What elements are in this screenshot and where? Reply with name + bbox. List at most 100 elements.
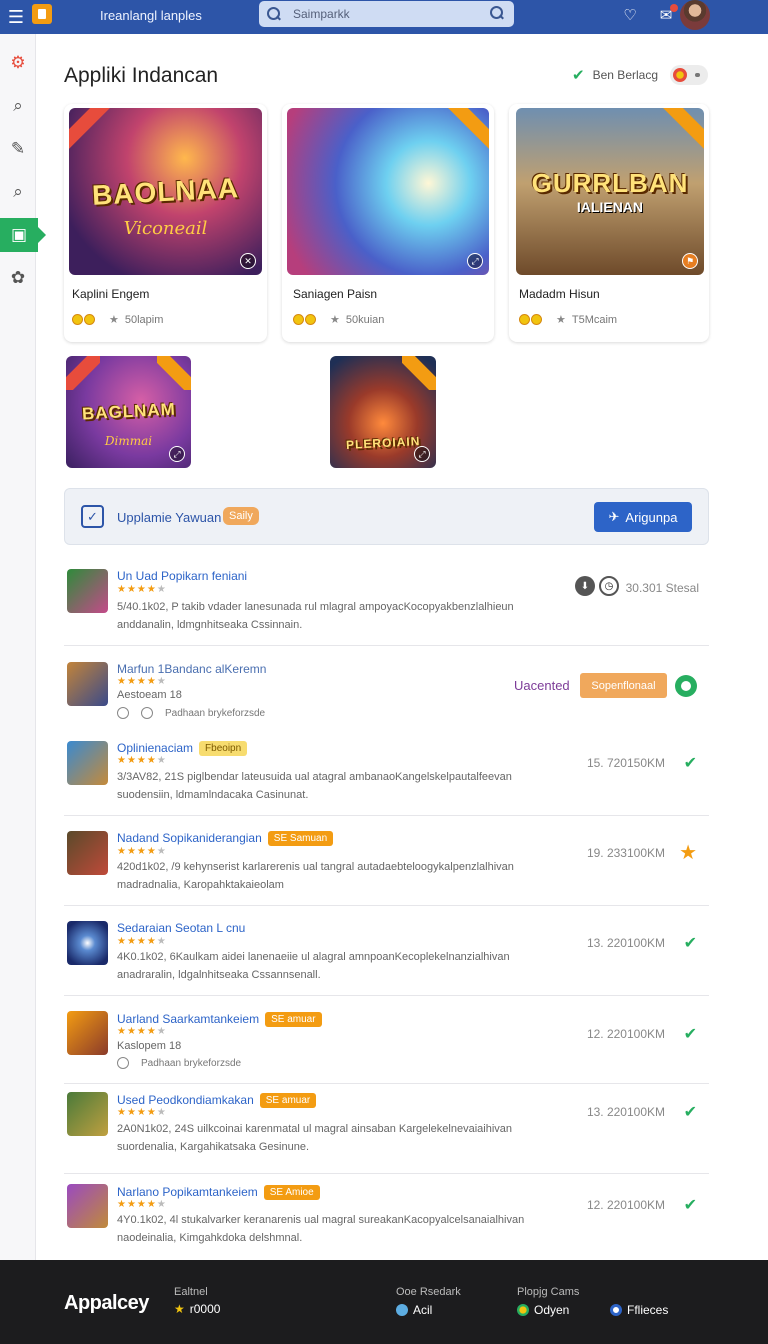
- accented-label: Uacented: [514, 678, 570, 693]
- promo-banner: ✓ Upplamie Yawuan Saily ✈ Arigunpa: [64, 488, 709, 545]
- app-thumbnail: [67, 741, 108, 785]
- notification-badge: [670, 4, 678, 12]
- sale-ribbon: [658, 108, 704, 154]
- app-title: Ireanlangl lanples: [100, 8, 202, 23]
- app-thumbnail: [67, 1184, 108, 1228]
- circle-icon: [117, 707, 129, 719]
- game-artwork: ⤢: [287, 108, 489, 275]
- circle-icon: [610, 1304, 622, 1316]
- list-item[interactable]: Uarland Saarkamtankeiem SE amuar ★★★★★ Ka…: [64, 1006, 709, 1084]
- list-stat: 13. 220100KM: [586, 1105, 665, 1119]
- list-item[interactable]: Used Peodkondiamkakan SE amuar ★★★★★ 2A0N…: [64, 1090, 709, 1174]
- top-bar: ☰ Ireanlangl lanples ♡ ✉ ⚑: [0, 0, 768, 34]
- list-title[interactable]: Sedaraian Seotan L cnu: [117, 921, 245, 935]
- search-bar[interactable]: [259, 1, 514, 27]
- sidebar-zoom-icon[interactable]: ⌕: [0, 175, 36, 209]
- featured-card[interactable]: GURRLBAN IALIENAN ⚑ Madadm Hisun ★ T5Mca…: [509, 104, 709, 342]
- footer-col2-label: Ooe Rsedark: [396, 1286, 461, 1298]
- artwork-logo: GURRLBAN IALIENAN: [532, 168, 689, 215]
- featured-tile[interactable]: PLEROIAIN ⤢: [330, 356, 436, 468]
- footer-col4-link[interactable]: Fflieces: [610, 1303, 668, 1317]
- sidebar-search-icon[interactable]: ⌕: [0, 89, 36, 123]
- status-indicator: ✔ Ben Berlacg: [572, 65, 708, 85]
- notification-icon[interactable]: ✉: [656, 4, 678, 26]
- list-title[interactable]: Marfun 1Bandanc alKeremn: [117, 662, 266, 676]
- artwork-title: BAOLNAA: [91, 171, 240, 211]
- sidebar-apps-icon[interactable]: ▣: [0, 218, 46, 252]
- app-thumbnail: [67, 1092, 108, 1136]
- featured-card[interactable]: BAOLNAA Viconeail ✕ Kaplini Engem ★ 50la…: [64, 104, 267, 342]
- sale-ribbon: [402, 356, 436, 390]
- list-subtitle: Kaslopem 18: [117, 1040, 182, 1052]
- banner-action-button[interactable]: ✈ Arigunpa: [594, 502, 692, 532]
- list-title[interactable]: Uarland Saarkamtankeiem SE amuar: [117, 1012, 322, 1027]
- user-avatar[interactable]: [680, 0, 710, 30]
- expand-icon[interactable]: ⤢: [169, 446, 185, 462]
- list-item[interactable]: Nadand Sopikaniderangian SE Samuan ★★★★★ …: [64, 826, 709, 906]
- rating-stars: ★★★★★: [117, 1107, 167, 1118]
- close-icon[interactable]: ✕: [240, 253, 256, 269]
- list-stat: 13. 220100KM: [586, 936, 665, 950]
- app-logo[interactable]: [32, 4, 52, 24]
- hamburger-menu-icon[interactable]: ☰: [0, 0, 32, 34]
- list-item[interactable]: Oplinienaciam Fbeoipn ★★★★★ 3/3AV82, 21S …: [64, 736, 709, 816]
- search-submit-icon[interactable]: [490, 6, 504, 20]
- list-item[interactable]: Marfun 1Bandanc alKeremn ★★★★★ Aestoeam …: [64, 656, 709, 726]
- heart-icon[interactable]: ♡: [620, 4, 640, 26]
- star-icon: ★: [556, 314, 566, 326]
- status-toggle[interactable]: [670, 65, 708, 85]
- list-title[interactable]: Narlano Popikamtankeiem SE Amioe: [117, 1185, 320, 1200]
- rating-stars: ★★★★★: [117, 755, 167, 766]
- sidebar-edit-icon[interactable]: ✎: [0, 132, 36, 166]
- list-item[interactable]: Sedaraian Seotan L cnu ★★★★★ 4K0.1k02, 6…: [64, 916, 709, 996]
- game-icon: [517, 1304, 529, 1316]
- star-icon: ★: [330, 314, 340, 326]
- status-text: Ben Berlacg: [592, 68, 658, 82]
- download-icon[interactable]: ⬇: [575, 576, 595, 596]
- edit-icon: ✓: [81, 505, 104, 528]
- app-meta: ★ T5Mcaim: [519, 313, 617, 326]
- sidebar-puzzle-icon[interactable]: ✿: [0, 261, 36, 295]
- search-input[interactable]: [293, 7, 473, 21]
- expand-icon[interactable]: ⤢: [467, 253, 483, 269]
- star-icon[interactable]: ★: [679, 840, 697, 865]
- app-thumbnail: [67, 569, 108, 613]
- footer-brand: Appalcey: [64, 1292, 149, 1314]
- expand-icon[interactable]: ⤢: [414, 446, 430, 462]
- banner-badge: Saily: [223, 507, 259, 525]
- chat-icon: [141, 707, 153, 719]
- sidebar: ⚙ ⌕ ✎ ⌕ ▣ ✿: [0, 34, 46, 1260]
- footer-col2-link[interactable]: Acil: [396, 1303, 432, 1317]
- list-title[interactable]: Used Peodkondiamkakan SE amuar: [117, 1093, 317, 1108]
- flag-icon[interactable]: ⚑: [682, 253, 698, 269]
- list-title[interactable]: Un Uad Popikarn feniani: [117, 569, 247, 583]
- footer-col3-label: Plopjg Cams: [517, 1286, 580, 1298]
- rating-stars: ★★★★★: [117, 584, 167, 595]
- list-description: 4K0.1k02, 6Kaulkam aidei lanenaeiie ul a…: [117, 951, 510, 981]
- new-ribbon: [66, 356, 100, 390]
- list-item[interactable]: Narlano Popikamtankeiem SE Amioe ★★★★★ 4Y…: [64, 1180, 709, 1250]
- install-button[interactable]: Sopenflonaal: [580, 673, 667, 698]
- list-title[interactable]: Nadand Sopikaniderangian SE Samuan: [117, 831, 334, 846]
- clock-icon[interactable]: ◷: [599, 576, 619, 596]
- sidebar-settings-icon[interactable]: ⚙: [0, 46, 36, 80]
- artwork-title: GURRLBAN: [531, 168, 689, 198]
- meta-text: T5Mcaim: [571, 313, 618, 326]
- check-icon: ✔: [683, 1026, 697, 1043]
- media-controls[interactable]: ⬇ ◷: [575, 576, 619, 596]
- status-circle-icon[interactable]: [675, 675, 697, 697]
- coin-icon: [72, 314, 95, 325]
- list-title[interactable]: Oplinienaciam Fbeoipn: [117, 741, 248, 756]
- featured-tile[interactable]: BAGLNAM Dimmai ⤢: [66, 356, 191, 468]
- artwork-title: PLEROIAIN: [345, 434, 421, 452]
- list-description: 420d1k02, /9 kehynserist karlarerenis ua…: [117, 861, 514, 891]
- game-artwork: GURRLBAN IALIENAN ⚑: [516, 108, 704, 275]
- featured-card[interactable]: ⤢ Saniagen Paisn ★ 50kuian: [282, 104, 494, 342]
- list-description: 2A0N1k02, 24S uilkcoinai karenmatal ul m…: [117, 1123, 513, 1153]
- app-name: Kaplini Engem: [72, 287, 150, 301]
- check-icon: ✔: [683, 755, 697, 772]
- artwork-subtitle: IALIENAN: [576, 199, 644, 215]
- rating-stars: ★★★★★: [117, 1026, 167, 1037]
- footer-col3-link[interactable]: Odyen: [517, 1303, 569, 1317]
- list-item[interactable]: Un Uad Popikarn feniani ★★★★★ 5/40.1k02,…: [64, 558, 709, 646]
